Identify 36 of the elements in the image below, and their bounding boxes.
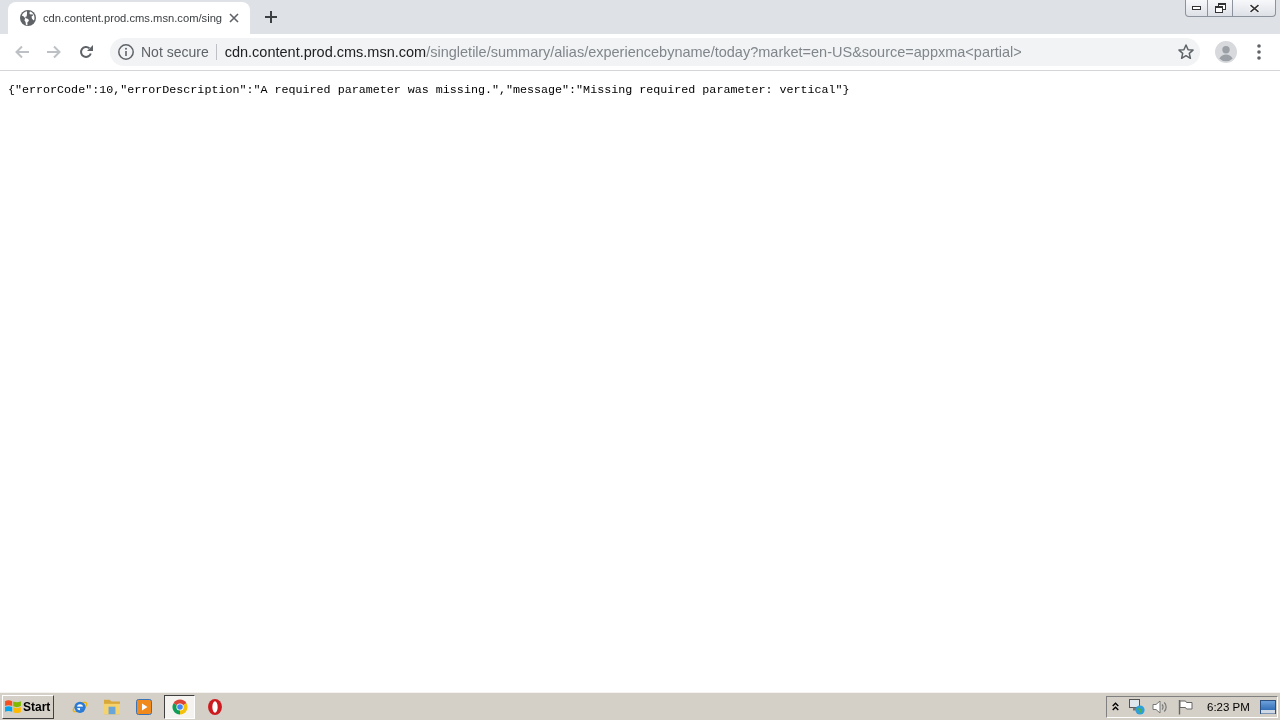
network-icon[interactable] (1129, 698, 1145, 715)
right-arrow-icon (47, 45, 61, 59)
desktop-icon (1260, 699, 1276, 714)
json-text: {"errorCode":10,"errorDescription":"A required parameter was missing.","message":"Missing required parameter: vertical"} (8, 83, 850, 98)
profile-button[interactable] (1212, 38, 1240, 66)
double-chevron-up-icon (1112, 702, 1119, 711)
address-bar[interactable]: Not secure cdn.content.prod.cms.msn.com/singletile/summary/alias/experiencebyname/today?market=en-US&source=appxma<partial> (110, 38, 1200, 66)
url-text: cdn.content.prod.cms.msn.com/singletile/summary/alias/experiencebyname/today?market=en-US&source=appxma<partial> (224, 44, 1022, 60)
flag-icon[interactable] (1177, 698, 1193, 715)
circle-logo-icon (171, 698, 188, 715)
close-icon (1248, 3, 1260, 13)
volume-icon[interactable] (1152, 698, 1168, 715)
security-button[interactable]: Not secure (118, 44, 209, 60)
restore-button[interactable] (1208, 0, 1233, 17)
left-arrow-icon (15, 45, 29, 59)
star-icon (1178, 44, 1194, 60)
browser-tab[interactable]: cdn.content.prod.cms.msn.com/sing (8, 2, 251, 34)
plus-icon (265, 11, 278, 23)
minimize-icon (1192, 6, 1201, 10)
show-desktop-button[interactable] (1260, 699, 1276, 714)
start-button[interactable]: Start (2, 694, 54, 719)
globe-icon (20, 10, 36, 26)
close-button[interactable] (1233, 0, 1276, 17)
avatar-icon (1215, 41, 1237, 63)
close-icon (229, 13, 240, 23)
folder-icon (104, 698, 120, 715)
reload-icon (79, 45, 93, 59)
more-vertical-icon (1257, 44, 1261, 60)
start-logo-icon (5, 700, 21, 713)
letter-o-icon (207, 698, 223, 715)
info-icon (118, 44, 134, 60)
play-icon (136, 698, 152, 715)
clock-text[interactable]: 6:23 PM (1207, 700, 1250, 713)
taskbar-window-button[interactable] (164, 694, 195, 719)
minimize-button[interactable] (1185, 0, 1208, 17)
restore-icon (1214, 3, 1226, 13)
